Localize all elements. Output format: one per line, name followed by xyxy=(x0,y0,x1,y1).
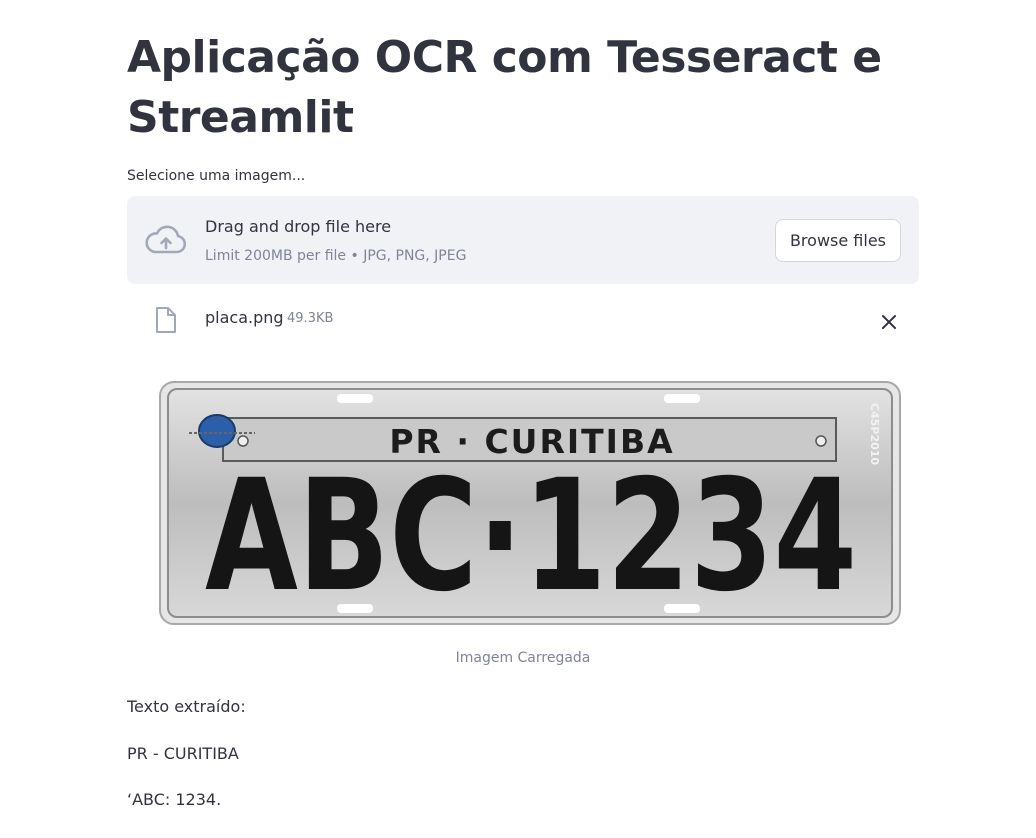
uploader-label: Selecione uma imagem... xyxy=(127,168,306,184)
image-caption: Imagem Carregada xyxy=(455,650,591,666)
file-size: 49.3KB xyxy=(287,311,334,326)
page-title: Aplicação OCR com Tesseract e Streamlit xyxy=(127,32,882,143)
uploaded-image: PR · CURITIBA ABC·1234 C45P2010 xyxy=(159,379,901,627)
file-icon xyxy=(156,307,176,333)
license-plate-image: PR · CURITIBA ABC·1234 C45P2010 xyxy=(159,381,901,626)
extracted-text-label: Texto extraído: xyxy=(127,697,246,716)
file-name: placa.png xyxy=(205,308,284,327)
extracted-text-line: PR - CURITIBA xyxy=(127,744,239,763)
close-icon[interactable] xyxy=(877,310,901,334)
cloud-upload-icon xyxy=(145,225,187,254)
plate-side-code: C45P2010 xyxy=(868,403,881,465)
extracted-text-line: ‘ABC: 1234. xyxy=(127,790,222,809)
uploaded-file-row: placa.png 49.3KB xyxy=(127,300,919,340)
dropzone-title: Drag and drop file here xyxy=(205,217,392,236)
browse-files-button[interactable]: Browse files xyxy=(774,219,901,262)
dropzone-limit-text: Limit 200MB per file • JPG, PNG, JPEG xyxy=(205,248,467,264)
file-dropzone[interactable]: Drag and drop file here Limit 200MB per … xyxy=(127,196,919,284)
plate-number-text: ABC·1234 xyxy=(205,447,857,626)
